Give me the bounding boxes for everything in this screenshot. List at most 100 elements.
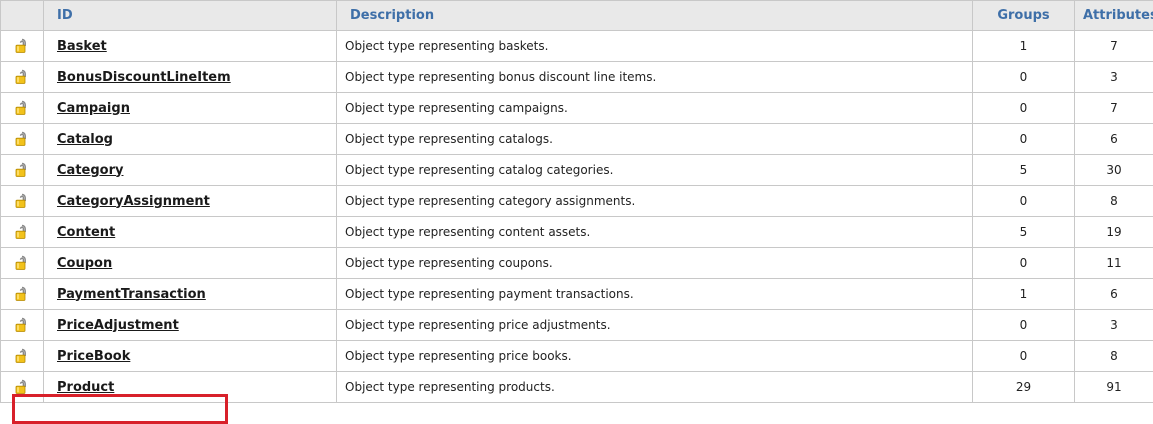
row-lock-cell [1,341,44,372]
id-cell: PriceBook [44,341,337,372]
attributes-cell: 3 [1075,62,1153,93]
description-cell: Object type representing catalogs. [337,124,973,155]
row-lock-cell [1,310,44,341]
id-cell: Content [44,217,337,248]
attributes-cell: 8 [1075,341,1153,372]
row-lock-cell [1,372,44,403]
unlocked-padlock-icon [14,39,30,53]
id-cell: Campaign [44,93,337,124]
groups-cell: 0 [973,248,1075,279]
description-cell: Object type representing content assets. [337,217,973,248]
description-cell: Object type representing price adjustmen… [337,310,973,341]
row-lock-cell [1,155,44,186]
object-type-link[interactable]: Catalog [57,132,113,147]
groups-cell: 0 [973,93,1075,124]
description-cell: Object type representing payment transac… [337,279,973,310]
table-row[interactable]: Content Object type representing content … [1,217,1153,248]
object-type-link[interactable]: BonusDiscountLineItem [57,70,231,85]
unlocked-padlock-icon [14,194,30,208]
unlocked-padlock-icon [14,101,30,115]
attributes-column-header[interactable]: Attributes [1075,1,1153,31]
attributes-cell: 6 [1075,124,1153,155]
table-row[interactable]: CategoryAssignment Object type representi… [1,186,1153,217]
groups-cell: 0 [973,341,1075,372]
unlocked-padlock-icon [14,225,30,239]
row-lock-cell [1,186,44,217]
table-row[interactable]: PriceBook Object type representing price … [1,341,1153,372]
table-row[interactable]: Coupon Object type representing coupons.0… [1,248,1153,279]
attributes-cell: 7 [1075,93,1153,124]
row-lock-cell [1,279,44,310]
table-row[interactable]: Category Object type representing catalog… [1,155,1153,186]
object-type-link[interactable]: Category [57,163,123,178]
table-row[interactable]: Catalog Object type representing catalogs… [1,124,1153,155]
id-cell: Catalog [44,124,337,155]
groups-column-header[interactable]: Groups [973,1,1075,31]
row-lock-cell [1,62,44,93]
description-cell: Object type representing bonus discount … [337,62,973,93]
unlocked-padlock-icon [14,349,30,363]
description-cell: Object type representing price books. [337,341,973,372]
id-cell: PaymentTransaction [44,279,337,310]
unlocked-padlock-icon [14,380,30,394]
id-cell: Product [44,372,337,403]
description-cell: Object type representing products. [337,372,973,403]
groups-cell: 0 [973,186,1075,217]
attributes-cell: 3 [1075,310,1153,341]
object-types-table: ID Description Groups Attributes Basket O… [0,0,1153,403]
unlocked-padlock-icon [14,70,30,84]
object-type-link[interactable]: Campaign [57,101,130,116]
table-header-row: ID Description Groups Attributes [1,1,1153,31]
groups-cell: 0 [973,62,1075,93]
groups-cell: 5 [973,155,1075,186]
description-cell: Object type representing campaigns. [337,93,973,124]
object-type-link[interactable]: PriceBook [57,349,130,364]
row-lock-cell [1,217,44,248]
object-type-link[interactable]: Content [57,225,115,240]
attributes-cell: 11 [1075,248,1153,279]
attributes-cell: 8 [1075,186,1153,217]
groups-cell: 29 [973,372,1075,403]
table-row[interactable]: Campaign Object type representing campaig… [1,93,1153,124]
description-cell: Object type representing catalog categor… [337,155,973,186]
id-cell: CategoryAssignment [44,186,337,217]
description-cell: Object type representing category assign… [337,186,973,217]
attributes-cell: 91 [1075,372,1153,403]
row-lock-cell [1,31,44,62]
unlocked-padlock-icon [14,318,30,332]
unlocked-padlock-icon [14,163,30,177]
table-row[interactable]: PaymentTransaction Object type representi… [1,279,1153,310]
attributes-cell: 7 [1075,31,1153,62]
id-cell: Category [44,155,337,186]
groups-cell: 5 [973,217,1075,248]
row-lock-cell [1,248,44,279]
table-row[interactable]: Product Object type representing products… [1,372,1153,403]
id-cell: PriceAdjustment [44,310,337,341]
groups-cell: 0 [973,124,1075,155]
icon-column-header [1,1,44,31]
attributes-cell: 6 [1075,279,1153,310]
object-type-link[interactable]: Product [57,380,114,395]
object-type-link[interactable]: Basket [57,39,107,54]
groups-cell: 1 [973,279,1075,310]
id-column-header[interactable]: ID [44,1,337,31]
object-type-link[interactable]: Coupon [57,256,112,271]
object-type-link[interactable]: PriceAdjustment [57,318,179,333]
id-cell: Basket [44,31,337,62]
table-row[interactable]: Basket Object type representing baskets.1… [1,31,1153,62]
groups-cell: 1 [973,31,1075,62]
groups-cell: 0 [973,310,1075,341]
description-column-header[interactable]: Description [337,1,973,31]
description-cell: Object type representing baskets. [337,31,973,62]
row-lock-cell [1,124,44,155]
table-row[interactable]: PriceAdjustment Object type representing … [1,310,1153,341]
id-cell: BonusDiscountLineItem [44,62,337,93]
description-cell: Object type representing coupons. [337,248,973,279]
object-type-link[interactable]: PaymentTransaction [57,287,206,302]
id-cell: Coupon [44,248,337,279]
unlocked-padlock-icon [14,256,30,270]
unlocked-padlock-icon [14,132,30,146]
attributes-cell: 30 [1075,155,1153,186]
object-type-link[interactable]: CategoryAssignment [57,194,210,209]
table-row[interactable]: BonusDiscountLineItem Object type represe… [1,62,1153,93]
